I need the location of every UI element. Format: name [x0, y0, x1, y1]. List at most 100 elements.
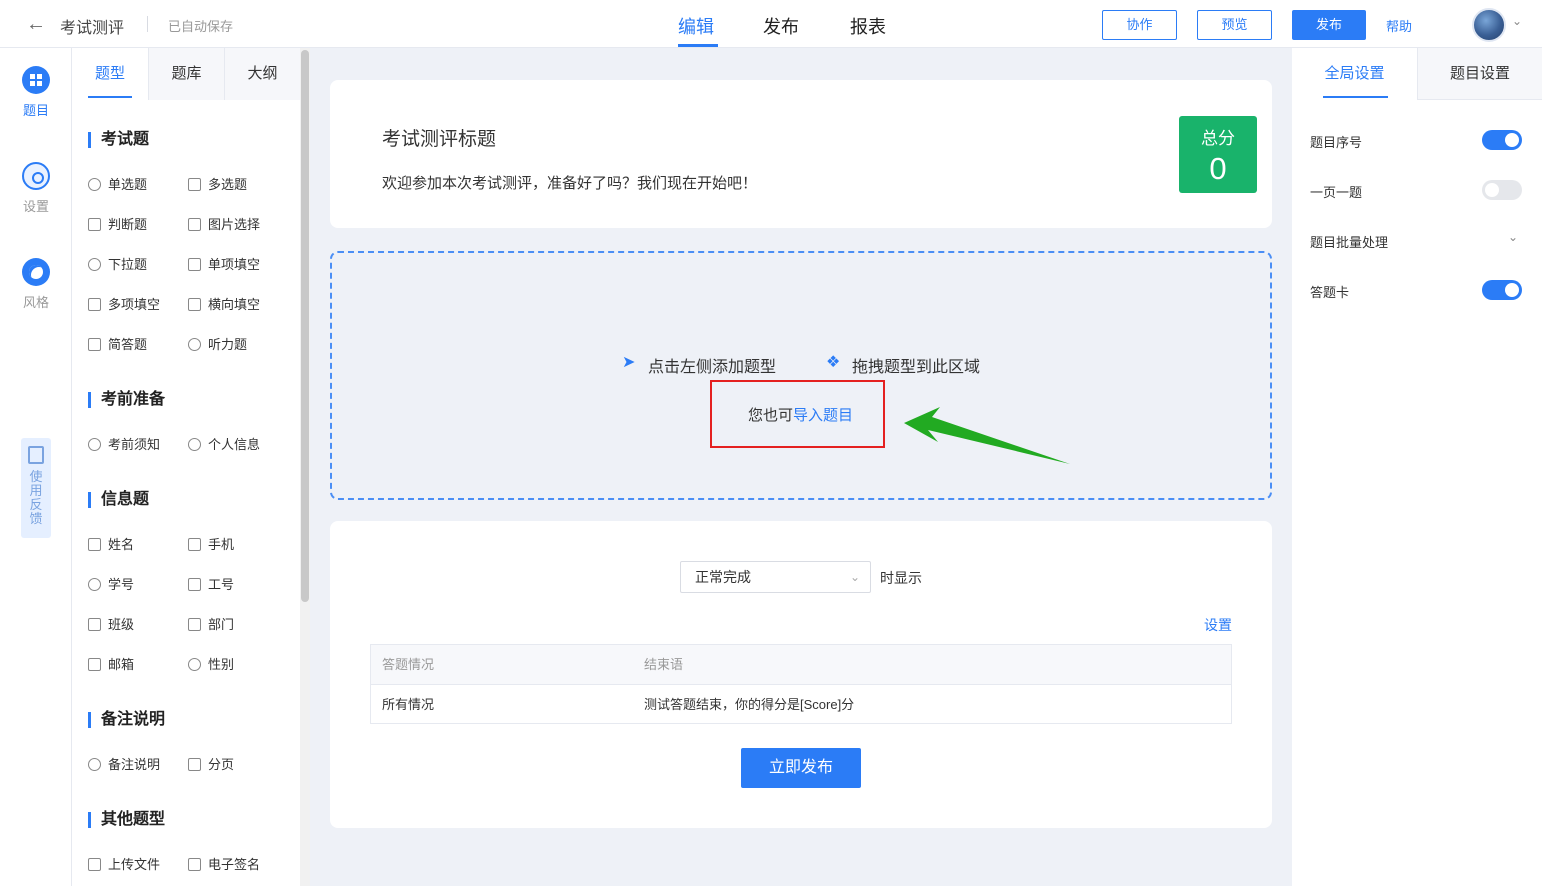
tab-outline[interactable]: 大纲	[224, 48, 300, 100]
column-header: 答题情况	[382, 657, 435, 672]
publish-now-button[interactable]: 立即发布	[741, 748, 861, 788]
gender-icon	[188, 658, 201, 671]
image-icon	[188, 218, 201, 231]
chevron-down-icon[interactable]: ⌄	[1508, 230, 1518, 244]
headphones-icon	[188, 338, 201, 351]
avatar[interactable]	[1472, 8, 1506, 42]
one-per-page-toggle[interactable]	[1482, 180, 1522, 200]
autosave-status: 已自动保存	[168, 19, 234, 34]
qtype-single-choice[interactable]: 单选题	[88, 176, 147, 194]
help-link[interactable]: 帮助	[1386, 16, 1412, 35]
upload-icon	[88, 858, 101, 871]
qtype-phone[interactable]: 手机	[188, 536, 234, 554]
publish-button[interactable]: 发布	[1292, 10, 1366, 40]
feedback-button[interactable]: 使用反馈	[21, 438, 51, 538]
qtype-listening[interactable]: 听力题	[188, 336, 247, 354]
qtype-dropdown[interactable]: 下拉题	[88, 256, 147, 274]
question-number-toggle[interactable]	[1482, 130, 1522, 150]
qtype-employee-id[interactable]: 工号	[188, 576, 234, 594]
settings-panel: 全局设置 题目设置 题目序号 一页一题 题目批量处理 ⌄ 答题卡	[1292, 48, 1542, 886]
qtype-upload-file[interactable]: 上传文件	[88, 856, 160, 874]
qtype-note[interactable]: 备注说明	[88, 756, 160, 774]
qtype-email[interactable]: 邮箱	[88, 656, 134, 674]
setting-one-per-page: 一页一题	[1310, 185, 1363, 200]
tab-question-settings[interactable]: 题目设置	[1417, 48, 1542, 100]
dropdown-icon	[88, 258, 101, 271]
tab-global-settings[interactable]: 全局设置	[1292, 48, 1417, 100]
qtype-page-break[interactable]: 分页	[188, 756, 234, 774]
import-highlight-box: 您也可导入题目	[710, 380, 885, 448]
survey-header-card[interactable]: 考试测评标题 欢迎参加本次考试测评，准备好了吗？我们现在开始吧！ 总分 0	[330, 80, 1272, 228]
qtype-class[interactable]: 班级	[88, 616, 134, 634]
horizontal-input-icon	[188, 298, 201, 311]
qtype-exam-notice[interactable]: 考前须知	[88, 436, 160, 454]
app-title: 考试测评	[60, 20, 125, 37]
chevron-down-icon[interactable]: ⌄	[1512, 14, 1522, 28]
info-icon	[88, 758, 101, 771]
text-input-icon	[188, 258, 201, 271]
total-score-badge: 总分 0	[1179, 116, 1257, 193]
palette-icon	[22, 258, 50, 286]
qtype-short-answer[interactable]: 简答题	[88, 336, 147, 354]
qtype-multi-blank[interactable]: 多项填空	[88, 296, 160, 314]
qtype-name[interactable]: 姓名	[88, 536, 134, 554]
grid-icon	[22, 66, 50, 94]
tab-question-bank[interactable]: 题库	[148, 48, 224, 100]
drag-hint: ❖ 拖拽题型到此区域	[826, 354, 981, 377]
org-chart-icon	[188, 618, 201, 631]
qtype-horizontal-blank[interactable]: 横向填空	[188, 296, 260, 314]
title-divider	[147, 16, 148, 32]
rail-item-label: 题目	[22, 103, 49, 118]
qtype-department[interactable]: 部门	[188, 616, 234, 634]
end-condition-select[interactable]: 正常完成 ⌄	[680, 561, 871, 593]
qtype-student-id[interactable]: 学号	[88, 576, 134, 594]
tab-report[interactable]: 报表	[850, 13, 886, 39]
scrollbar-thumb[interactable]	[301, 50, 309, 602]
drag-move-icon: ❖	[826, 354, 841, 371]
section-title: 备注说明	[88, 712, 165, 728]
score-value: 0	[1209, 151, 1227, 186]
rail-item-style[interactable]: 风格	[0, 258, 72, 311]
panel-scrollbar[interactable]	[300, 48, 310, 886]
class-icon	[88, 618, 101, 631]
collaborate-button[interactable]: 协作	[1102, 10, 1177, 40]
tab-question-types[interactable]: 题型	[72, 48, 148, 100]
info-icon	[88, 438, 101, 451]
section-title: 信息题	[88, 492, 149, 508]
rail-item-questions[interactable]: 题目	[0, 66, 72, 119]
arrow-left-icon[interactable]: ←	[26, 13, 48, 35]
qtype-gender[interactable]: 性别	[188, 656, 234, 674]
answer-card-toggle[interactable]	[1482, 280, 1522, 300]
setting-question-number: 题目序号	[1310, 135, 1363, 150]
document-icon	[88, 338, 101, 351]
ending-table: 答题情况 结束语 所有情况 测试答题结束，你的得分是[Score]分	[370, 644, 1232, 724]
qtype-single-blank[interactable]: 单项填空	[188, 256, 260, 274]
qtype-personal-info[interactable]: 个人信息	[188, 436, 260, 454]
qtype-image-choice[interactable]: 图片选择	[188, 216, 260, 234]
active-tab-indicator	[1323, 96, 1388, 98]
tab-publish[interactable]: 发布	[763, 13, 799, 39]
rail-item-settings[interactable]: 设置	[0, 162, 72, 215]
page-icon	[188, 758, 201, 771]
ending-settings-link[interactable]: 设置	[1204, 615, 1232, 635]
preview-button[interactable]: 预览	[1197, 10, 1272, 40]
green-arrow-annotation	[904, 407, 1070, 464]
table-row[interactable]: 所有情况 测试答题结束，你的得分是[Score]分	[371, 685, 1231, 724]
qtype-e-signature[interactable]: 电子签名	[188, 856, 260, 874]
click-add-hint: ➤ 点击左侧添加题型	[622, 354, 777, 377]
survey-title[interactable]: 考试测评标题	[382, 124, 496, 151]
chevron-down-icon: ⌄	[849, 570, 860, 584]
survey-description[interactable]: 欢迎参加本次考试测评，准备好了吗？我们现在开始吧！	[382, 172, 757, 193]
table-cell: 测试答题结束，你的得分是[Score]分	[644, 697, 855, 712]
tab-edit[interactable]: 编辑	[678, 13, 714, 39]
edit-note-icon	[28, 446, 44, 464]
setting-batch-process[interactable]: 题目批量处理	[1310, 232, 1388, 251]
user-icon	[188, 438, 201, 451]
id-card-icon	[88, 538, 101, 551]
question-drop-zone[interactable]: ➤ 点击左侧添加题型 ❖ 拖拽题型到此区域 您也可导入题目	[330, 251, 1272, 500]
phone-icon	[188, 538, 201, 551]
qtype-multi-choice[interactable]: 多选题	[188, 176, 247, 194]
import-questions-link[interactable]: 导入题目	[793, 407, 853, 424]
column-header: 结束语	[644, 657, 684, 672]
qtype-true-false[interactable]: 判断题	[88, 216, 147, 234]
